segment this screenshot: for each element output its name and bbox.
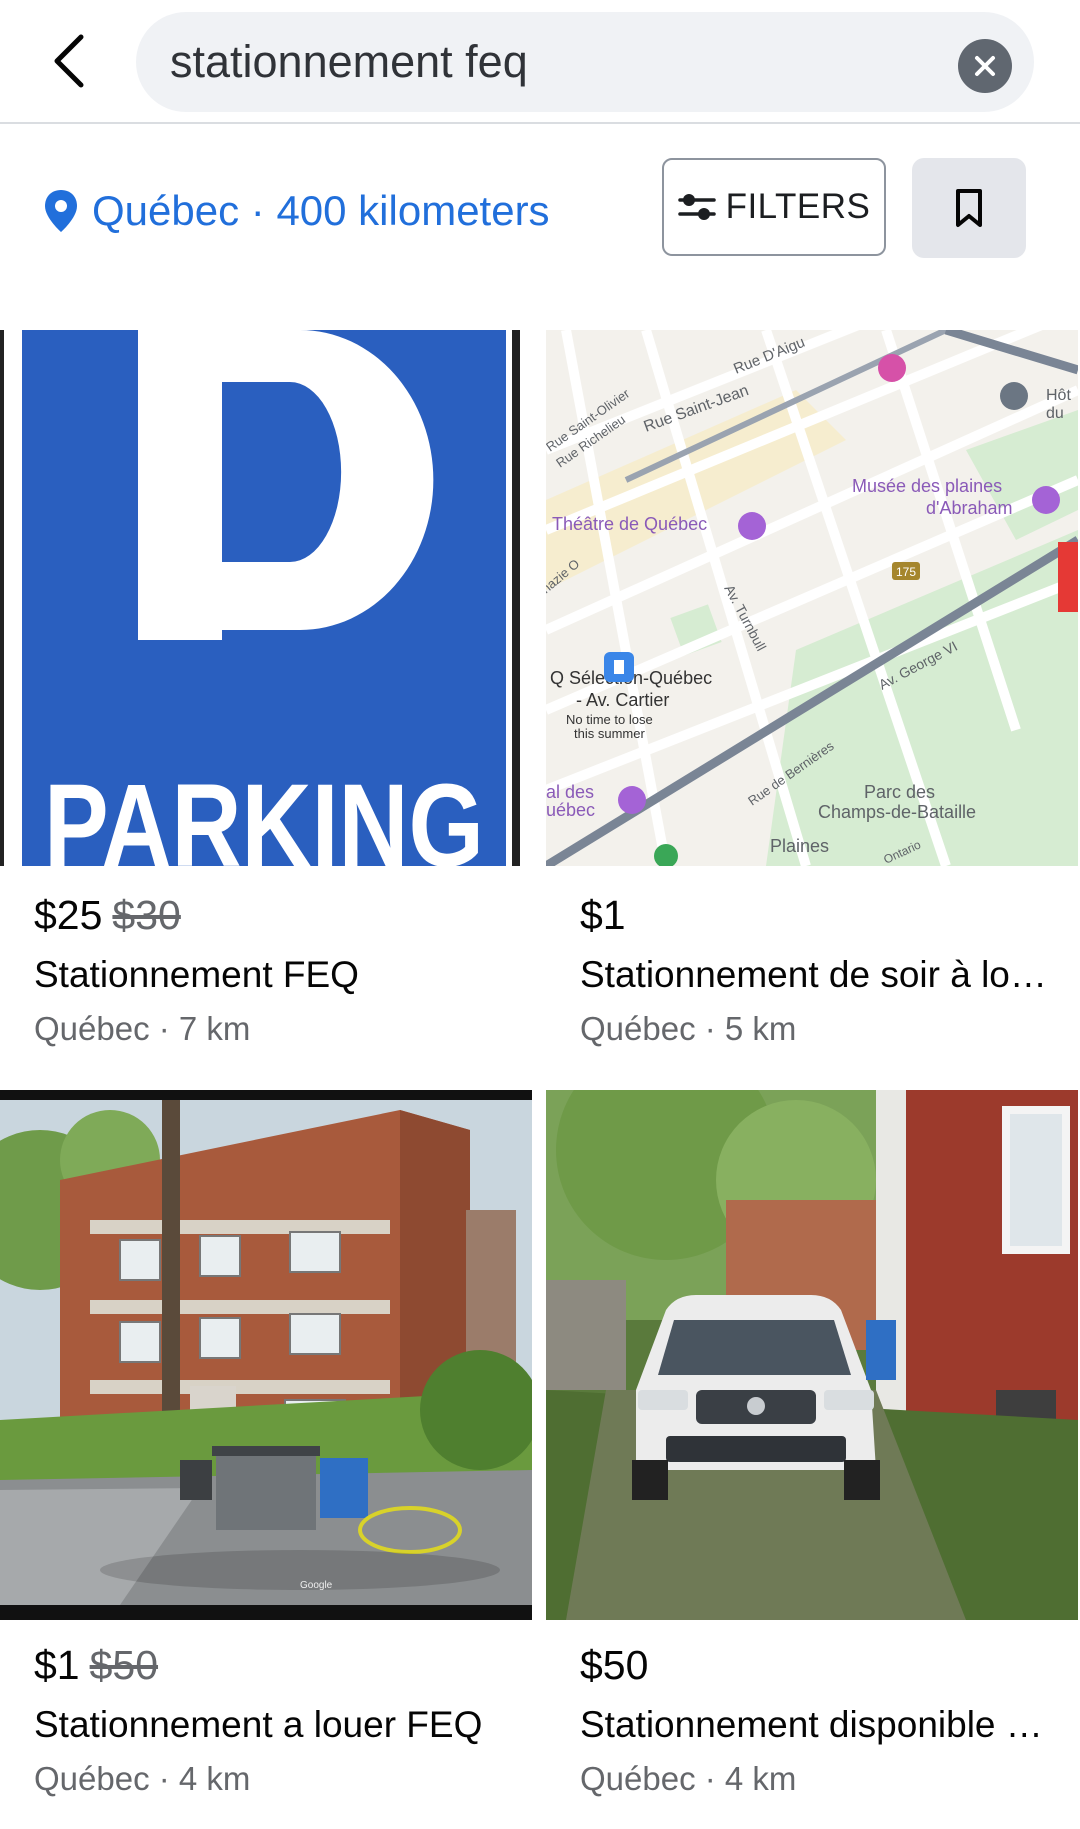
- saved-searches-button[interactable]: [912, 158, 1026, 258]
- parking-sign-text: PARKING: [44, 760, 484, 866]
- listing-photo[interactable]: Rue Saint-Jean Rue D'Aigu Rue Saint-Oliv…: [546, 330, 1078, 866]
- listing-card[interactable]: $50 Stationnement disponible po… Québec …: [546, 1090, 1078, 1829]
- filters-label: FILTERS: [725, 187, 871, 226]
- bookmark-icon: [956, 189, 982, 227]
- route-number: 175: [896, 565, 916, 579]
- original-price: $50: [89, 1642, 159, 1688]
- listing-location: Québec · 7 km: [34, 1010, 251, 1047]
- map-image: Rue Saint-Jean Rue D'Aigu Rue Saint-Oliv…: [546, 330, 1078, 866]
- listing-card[interactable]: Rue Saint-Jean Rue D'Aigu Rue Saint-Oliv…: [546, 330, 1078, 1070]
- back-button[interactable]: [40, 22, 96, 100]
- current-price: $25: [34, 892, 103, 938]
- map-label: d'Abraham: [926, 498, 1012, 518]
- location-selector[interactable]: Québec · 400 kilometers: [42, 180, 550, 242]
- search-input[interactable]: stationnement feq: [136, 12, 1034, 112]
- search-query-text[interactable]: stationnement feq: [170, 12, 528, 112]
- listing-location: Québec · 5 km: [580, 1010, 797, 1047]
- sliders-icon: [677, 194, 716, 220]
- apartment-building-image: Google: [0, 1090, 532, 1620]
- clear-search-button[interactable]: [958, 39, 1012, 93]
- chevron-left-icon: [54, 34, 84, 88]
- location-pin-icon: [45, 190, 77, 232]
- top-bar: stationnement feq: [0, 0, 1080, 124]
- listing-price: $50: [580, 1642, 648, 1689]
- map-label: Champs-de-Bataille: [818, 802, 976, 822]
- map-label: du: [1046, 405, 1064, 422]
- map-label: Musée des plaines: [852, 476, 1002, 496]
- parking-sign-image: PARKING: [0, 330, 532, 866]
- listing-location: Québec · 4 km: [34, 1760, 251, 1797]
- original-price: $30: [112, 892, 181, 938]
- listing-price: $1: [580, 892, 626, 939]
- red-marker-icon: [1058, 542, 1078, 612]
- map-label: - Av. Cartier: [576, 690, 669, 710]
- hotel-poi-icon: [878, 354, 906, 382]
- map-label: Plaines: [770, 836, 829, 856]
- listing-title: Stationnement a louer FEQ: [34, 1704, 483, 1745]
- listing-title: Stationnement FEQ: [34, 954, 359, 995]
- location-separator: ·: [239, 187, 277, 234]
- listing-card[interactable]: Google $1 $50 Stationnement a louer FEQ Q…: [0, 1090, 532, 1829]
- map-label: Hôt: [1046, 387, 1071, 404]
- listing-title: Stationnement de soir à louer…: [580, 954, 1060, 995]
- current-price: $1: [580, 892, 626, 938]
- map-label: Parc des: [864, 782, 935, 802]
- landmark-poi-icon: [1000, 382, 1028, 410]
- car-driveway-image: [546, 1090, 1078, 1620]
- location-city: Québec: [92, 187, 240, 234]
- map-label: uébec: [546, 800, 595, 820]
- filters-button[interactable]: FILTERS: [662, 158, 886, 256]
- museum-poi-icon: [1032, 486, 1060, 514]
- location-radius: 400 kilometers: [276, 187, 550, 234]
- listing-photo[interactable]: PARKING: [0, 330, 532, 866]
- map-label: this summer: [574, 726, 645, 741]
- listing-price: $25 $30: [34, 892, 181, 939]
- theatre-poi-icon: [738, 512, 766, 540]
- map-label: No time to lose: [566, 712, 653, 727]
- map-label: al des: [546, 782, 594, 802]
- listing-photo[interactable]: [546, 1090, 1078, 1620]
- listing-price: $1 $50: [34, 1642, 158, 1689]
- listing-card[interactable]: PARKING $25 $30 Stationnement FEQ Québec …: [0, 330, 532, 1070]
- current-price: $1: [34, 1642, 80, 1688]
- close-icon: [975, 56, 995, 76]
- listing-location: Québec · 4 km: [580, 1760, 797, 1797]
- current-price: $50: [580, 1642, 649, 1688]
- listing-title: Stationnement disponible po…: [580, 1704, 1060, 1745]
- listing-photo[interactable]: Google: [0, 1090, 532, 1620]
- venue-poi-icon: [618, 786, 646, 814]
- image-watermark: Google: [300, 1580, 333, 1591]
- map-label: Théâtre de Québec: [552, 514, 707, 534]
